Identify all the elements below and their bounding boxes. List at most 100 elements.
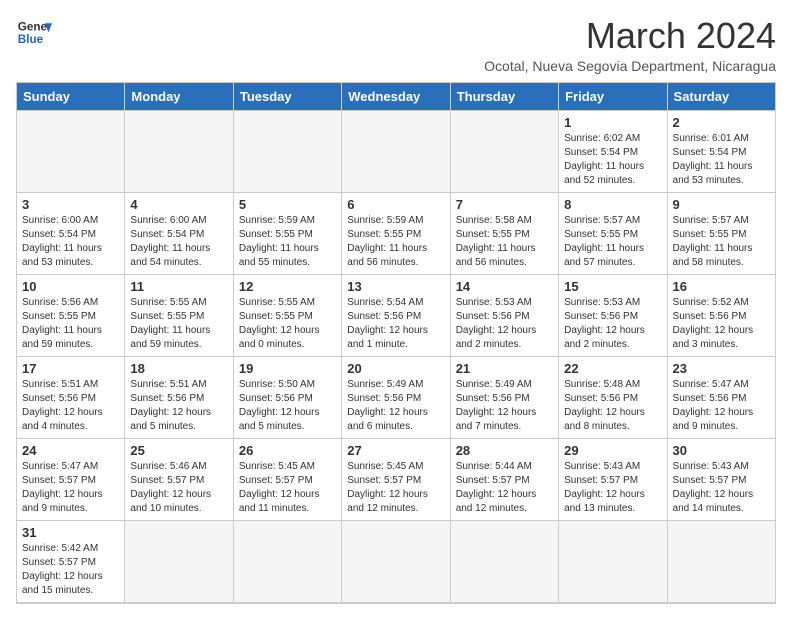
calendar-cell: 11 Sunrise: 5:55 AMSunset: 5:55 PMDayligh… <box>125 274 233 356</box>
day-number: 26 <box>239 443 336 458</box>
day-number: 31 <box>22 525 119 540</box>
calendar-cell: 18 Sunrise: 5:51 AMSunset: 5:56 PMDayligh… <box>125 356 233 438</box>
week-row-5: 24Sunrise: 5:47 AMSunset: 5:57 PMDayligh… <box>17 438 776 520</box>
col-header-saturday: Saturday <box>667 82 775 110</box>
calendar-cell: 13 Sunrise: 5:54 AMSunset: 5:56 PMDayligh… <box>342 274 450 356</box>
calendar-cell <box>667 520 775 603</box>
calendar-cell: 19 Sunrise: 5:50 AMSunset: 5:56 PMDayligh… <box>233 356 341 438</box>
day-number: 17 <box>22 361 119 376</box>
week-row-3: 10 Sunrise: 5:56 AMSunset: 5:55 PMDayligh… <box>17 274 776 356</box>
day-info: Sunrise: 5:56 AMSunset: 5:55 PMDaylight:… <box>22 296 119 352</box>
day-number: 28 <box>456 443 553 458</box>
day-info: Sunrise: 5:54 AMSunset: 5:56 PMDaylight:… <box>347 296 444 352</box>
calendar-cell: 23Sunrise: 5:47 AMSunset: 5:56 PMDayligh… <box>667 356 775 438</box>
day-number: 16 <box>673 279 770 294</box>
day-number: 11 <box>130 279 227 294</box>
calendar-cell: 14 Sunrise: 5:53 AMSunset: 5:56 PMDayligh… <box>450 274 558 356</box>
calendar-cell: 26 Sunrise: 5:45 AMSunset: 5:57 PMDayligh… <box>233 438 341 520</box>
calendar-cell: 20Sunrise: 5:49 AMSunset: 5:56 PMDayligh… <box>342 356 450 438</box>
day-info: Sunrise: 5:44 AMSunset: 5:57 PMDaylight:… <box>456 460 553 516</box>
calendar-cell <box>342 520 450 603</box>
col-header-tuesday: Tuesday <box>233 82 341 110</box>
day-info: Sunrise: 5:51 AMSunset: 5:56 PMDaylight:… <box>22 378 119 434</box>
svg-text:Blue: Blue <box>18 33 44 46</box>
day-number: 30 <box>673 443 770 458</box>
calendar-cell <box>450 520 558 603</box>
day-number: 22 <box>564 361 661 376</box>
calendar-cell: 30 Sunrise: 5:43 AMSunset: 5:57 PMDayligh… <box>667 438 775 520</box>
col-header-thursday: Thursday <box>450 82 558 110</box>
day-info: Sunrise: 5:45 AMSunset: 5:57 PMDaylight:… <box>239 460 336 516</box>
day-info: Sunrise: 6:02 AMSunset: 5:54 PMDaylight:… <box>564 132 661 188</box>
day-number: 29 <box>564 443 661 458</box>
logo-area: General Blue <box>16 16 52 52</box>
day-info: Sunrise: 5:50 AMSunset: 5:56 PMDaylight:… <box>239 378 336 434</box>
col-header-wednesday: Wednesday <box>342 82 450 110</box>
calendar-cell: 1Sunrise: 6:02 AMSunset: 5:54 PMDaylight… <box>559 110 667 192</box>
day-number: 5 <box>239 197 336 212</box>
day-info: Sunrise: 5:49 AMSunset: 5:56 PMDaylight:… <box>456 378 553 434</box>
calendar-cell: 8Sunrise: 5:57 AMSunset: 5:55 PMDaylight… <box>559 192 667 274</box>
day-number: 2 <box>673 115 770 130</box>
calendar-cell: 9Sunrise: 5:57 AMSunset: 5:55 PMDaylight… <box>667 192 775 274</box>
day-number: 15 <box>564 279 661 294</box>
calendar-cell <box>17 110 125 192</box>
day-info: Sunrise: 5:59 AMSunset: 5:55 PMDaylight:… <box>347 214 444 270</box>
title-area: March 2024 Ocotal, Nueva Segovia Departm… <box>484 16 776 74</box>
day-number: 25 <box>130 443 227 458</box>
calendar-cell: 17 Sunrise: 5:51 AMSunset: 5:56 PMDayligh… <box>17 356 125 438</box>
calendar-cell: 15 Sunrise: 5:53 AMSunset: 5:56 PMDayligh… <box>559 274 667 356</box>
day-info: Sunrise: 5:47 AMSunset: 5:57 PMDaylight:… <box>22 460 119 516</box>
calendar-cell <box>125 520 233 603</box>
day-info: Sunrise: 5:53 AMSunset: 5:56 PMDaylight:… <box>456 296 553 352</box>
day-number: 18 <box>130 361 227 376</box>
calendar-cell: 2 Sunrise: 6:01 AMSunset: 5:54 PMDaylight… <box>667 110 775 192</box>
day-info: Sunrise: 5:59 AMSunset: 5:55 PMDaylight:… <box>239 214 336 270</box>
day-number: 21 <box>456 361 553 376</box>
day-number: 3 <box>22 197 119 212</box>
day-number: 19 <box>239 361 336 376</box>
day-number: 27 <box>347 443 444 458</box>
day-number: 4 <box>130 197 227 212</box>
calendar-table: SundayMondayTuesdayWednesdayThursdayFrid… <box>16 82 776 604</box>
col-header-friday: Friday <box>559 82 667 110</box>
day-info: Sunrise: 5:55 AMSunset: 5:55 PMDaylight:… <box>130 296 227 352</box>
day-info: Sunrise: 6:00 AMSunset: 5:54 PMDaylight:… <box>22 214 119 270</box>
calendar-cell: 4Sunrise: 6:00 AMSunset: 5:54 PMDaylight… <box>125 192 233 274</box>
calendar-cell <box>559 520 667 603</box>
generalblue-logo-icon: General Blue <box>16 16 52 52</box>
day-info: Sunrise: 5:52 AMSunset: 5:56 PMDaylight:… <box>673 296 770 352</box>
day-info: Sunrise: 5:46 AMSunset: 5:57 PMDaylight:… <box>130 460 227 516</box>
calendar-cell: 7Sunrise: 5:58 AMSunset: 5:55 PMDaylight… <box>450 192 558 274</box>
day-info: Sunrise: 5:42 AMSunset: 5:57 PMDaylight:… <box>22 542 119 598</box>
day-number: 13 <box>347 279 444 294</box>
day-info: Sunrise: 5:57 AMSunset: 5:55 PMDaylight:… <box>673 214 770 270</box>
day-info: Sunrise: 5:47 AMSunset: 5:56 PMDaylight:… <box>673 378 770 434</box>
calendar-cell <box>125 110 233 192</box>
header-row: SundayMondayTuesdayWednesdayThursdayFrid… <box>17 82 776 110</box>
calendar-cell: 21 Sunrise: 5:49 AMSunset: 5:56 PMDayligh… <box>450 356 558 438</box>
calendar-cell: 28 Sunrise: 5:44 AMSunset: 5:57 PMDayligh… <box>450 438 558 520</box>
week-row-4: 17 Sunrise: 5:51 AMSunset: 5:56 PMDayligh… <box>17 356 776 438</box>
day-info: Sunrise: 6:01 AMSunset: 5:54 PMDaylight:… <box>673 132 770 188</box>
week-row-1: 1Sunrise: 6:02 AMSunset: 5:54 PMDaylight… <box>17 110 776 192</box>
day-info: Sunrise: 5:43 AMSunset: 5:57 PMDaylight:… <box>673 460 770 516</box>
calendar-cell: 10 Sunrise: 5:56 AMSunset: 5:55 PMDayligh… <box>17 274 125 356</box>
day-info: Sunrise: 5:49 AMSunset: 5:56 PMDaylight:… <box>347 378 444 434</box>
header: General Blue March 2024 Ocotal, Nueva Se… <box>16 16 776 74</box>
calendar-cell: 29 Sunrise: 5:43 AMSunset: 5:57 PMDayligh… <box>559 438 667 520</box>
day-info: Sunrise: 5:51 AMSunset: 5:56 PMDaylight:… <box>130 378 227 434</box>
calendar-cell <box>450 110 558 192</box>
day-info: Sunrise: 5:48 AMSunset: 5:56 PMDaylight:… <box>564 378 661 434</box>
day-info: Sunrise: 5:43 AMSunset: 5:57 PMDaylight:… <box>564 460 661 516</box>
day-number: 14 <box>456 279 553 294</box>
day-info: Sunrise: 5:53 AMSunset: 5:56 PMDaylight:… <box>564 296 661 352</box>
day-number: 10 <box>22 279 119 294</box>
day-info: Sunrise: 5:57 AMSunset: 5:55 PMDaylight:… <box>564 214 661 270</box>
month-title: March 2024 <box>484 16 776 56</box>
day-info: Sunrise: 5:45 AMSunset: 5:57 PMDaylight:… <box>347 460 444 516</box>
calendar-cell: 6Sunrise: 5:59 AMSunset: 5:55 PMDaylight… <box>342 192 450 274</box>
calendar-cell <box>233 110 341 192</box>
calendar-cell <box>233 520 341 603</box>
calendar-cell <box>342 110 450 192</box>
